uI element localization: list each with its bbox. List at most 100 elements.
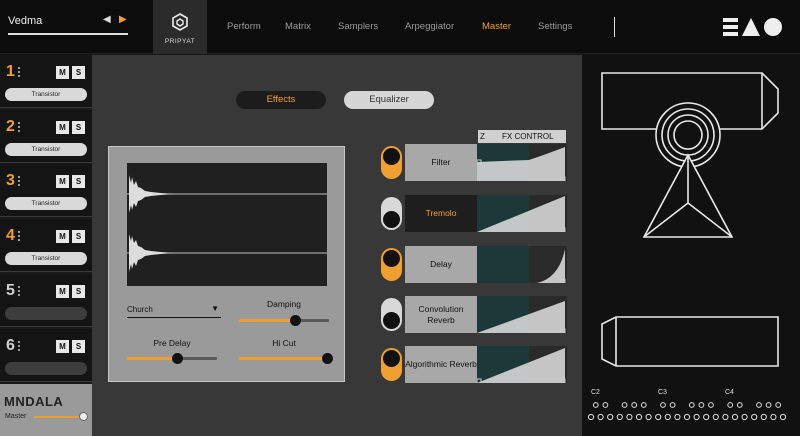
algorithmic-reverb-curve[interactable] bbox=[477, 346, 567, 383]
app-root: Vedma ◀ ▶ PRIPYAT Perform Matrix Sampler… bbox=[0, 0, 800, 436]
algorithmic-reverb-toggle[interactable] bbox=[381, 348, 402, 381]
mute-button[interactable]: M bbox=[56, 175, 69, 188]
delay-button[interactable]: Delay bbox=[405, 246, 477, 283]
preset-name[interactable]: Vedma bbox=[8, 15, 42, 27]
white-key[interactable] bbox=[751, 413, 758, 421]
hi-cut-knob[interactable] bbox=[322, 353, 334, 364]
black-key[interactable] bbox=[660, 402, 666, 408]
nav-samplers[interactable]: Samplers bbox=[338, 21, 378, 32]
nav-master[interactable]: Master bbox=[482, 21, 511, 32]
solo-button[interactable]: S bbox=[72, 340, 85, 353]
black-key[interactable] bbox=[736, 402, 743, 408]
black-key[interactable] bbox=[708, 402, 714, 408]
black-key[interactable] bbox=[727, 402, 734, 408]
channel-1: 1 M S Transistor bbox=[0, 55, 92, 108]
black-key[interactable] bbox=[698, 402, 705, 408]
white-key[interactable] bbox=[645, 413, 652, 421]
black-key[interactable] bbox=[602, 402, 609, 408]
white-key[interactable] bbox=[703, 413, 710, 421]
channel-strip: 1 M S Transistor 2 M S Transistor 3 M S … bbox=[0, 55, 92, 436]
white-key[interactable] bbox=[674, 413, 681, 421]
preset-prev-icon[interactable]: ◀ bbox=[103, 14, 111, 25]
reverb-type-dropdown[interactable]: Church ▼ bbox=[127, 304, 221, 318]
white-key[interactable] bbox=[770, 413, 777, 421]
nav-matrix[interactable]: Matrix bbox=[285, 21, 311, 32]
black-key[interactable] bbox=[775, 402, 782, 408]
white-key[interactable] bbox=[626, 413, 633, 421]
toggle-dot bbox=[383, 350, 400, 367]
channel-meter bbox=[18, 286, 20, 298]
white-key[interactable] bbox=[607, 413, 614, 421]
white-key[interactable] bbox=[655, 413, 662, 421]
black-key[interactable] bbox=[669, 402, 676, 408]
pre-delay-label: Pre Delay bbox=[153, 338, 191, 348]
black-key[interactable] bbox=[688, 402, 695, 408]
white-key[interactable] bbox=[664, 413, 671, 421]
keyboard-dots[interactable] bbox=[582, 399, 800, 429]
white-key[interactable] bbox=[741, 413, 748, 421]
tab-effects[interactable]: Effects bbox=[236, 91, 326, 109]
channel-effect-selector[interactable] bbox=[5, 307, 87, 320]
filter-button[interactable]: Filter bbox=[405, 144, 477, 181]
pre-delay-slider[interactable] bbox=[127, 353, 217, 364]
convolution-reverb-button[interactable]: Convolution Reverb bbox=[405, 296, 477, 333]
delay-curve[interactable] bbox=[477, 246, 567, 283]
channel-effect-selector[interactable]: Transistor bbox=[5, 88, 87, 101]
damping-slider[interactable] bbox=[239, 315, 329, 326]
tremolo-toggle[interactable] bbox=[381, 197, 402, 230]
black-key[interactable] bbox=[640, 402, 647, 408]
nav-settings[interactable]: Settings bbox=[538, 21, 572, 32]
mute-button[interactable]: M bbox=[56, 285, 69, 298]
black-key[interactable] bbox=[621, 402, 628, 408]
tremolo-curve[interactable] bbox=[477, 195, 567, 232]
white-key[interactable] bbox=[722, 413, 729, 421]
white-key[interactable] bbox=[616, 413, 623, 421]
mute-button[interactable]: M bbox=[56, 66, 69, 79]
solo-button[interactable]: S bbox=[72, 175, 85, 188]
tab-equalizer[interactable]: Equalizer bbox=[344, 91, 434, 109]
solo-button[interactable]: S bbox=[72, 285, 85, 298]
channel-effect-selector[interactable]: Transistor bbox=[5, 143, 87, 156]
pre-delay-knob[interactable] bbox=[171, 353, 183, 364]
convolution-reverb-curve[interactable] bbox=[477, 296, 567, 333]
nav-arpeggiator[interactable]: Arpeggiator bbox=[405, 21, 454, 32]
damping-knob[interactable] bbox=[289, 315, 301, 326]
solo-button[interactable]: S bbox=[72, 66, 85, 79]
black-key[interactable] bbox=[592, 402, 599, 408]
mute-button[interactable]: M bbox=[56, 230, 69, 243]
octave-label-c2: C2 bbox=[591, 389, 600, 396]
channel-2: 2 M S Transistor bbox=[0, 110, 92, 163]
white-key[interactable] bbox=[731, 413, 739, 421]
solo-button[interactable]: S bbox=[72, 121, 85, 134]
black-key[interactable] bbox=[756, 402, 762, 408]
white-key[interactable] bbox=[635, 413, 643, 421]
white-key[interactable] bbox=[597, 413, 604, 421]
white-key[interactable] bbox=[693, 413, 700, 421]
channel-3: 3 M S Transistor bbox=[0, 164, 92, 217]
tremolo-button[interactable]: Tremolo bbox=[405, 195, 477, 232]
dropdown-arrow-icon: ▼ bbox=[211, 304, 219, 313]
channel-effect-selector[interactable]: Transistor bbox=[5, 197, 87, 210]
filter-curve[interactable] bbox=[477, 144, 567, 181]
solo-button[interactable]: S bbox=[72, 230, 85, 243]
mute-button[interactable]: M bbox=[56, 121, 69, 134]
white-key[interactable] bbox=[712, 413, 719, 421]
master-volume-slider[interactable] bbox=[34, 416, 84, 418]
channel-effect-selector[interactable]: Transistor bbox=[5, 252, 87, 265]
master-volume-knob[interactable] bbox=[79, 412, 88, 421]
mute-button[interactable]: M bbox=[56, 340, 69, 353]
white-key[interactable] bbox=[779, 413, 787, 421]
channel-effect-selector[interactable] bbox=[5, 362, 87, 375]
white-key[interactable] bbox=[760, 413, 767, 421]
hi-cut-slider[interactable] bbox=[239, 353, 334, 364]
algorithmic-reverb-button[interactable]: Algorithmic Reverb bbox=[405, 346, 477, 383]
preset-next-icon[interactable]: ▶ bbox=[119, 14, 127, 25]
convolution-reverb-toggle[interactable] bbox=[381, 298, 402, 331]
nav-perform[interactable]: Perform bbox=[227, 21, 261, 32]
white-key[interactable] bbox=[683, 413, 691, 421]
black-key[interactable] bbox=[631, 402, 638, 408]
delay-toggle[interactable] bbox=[381, 248, 402, 281]
white-key[interactable] bbox=[587, 413, 595, 421]
black-key[interactable] bbox=[765, 402, 772, 408]
filter-toggle[interactable] bbox=[381, 146, 402, 179]
